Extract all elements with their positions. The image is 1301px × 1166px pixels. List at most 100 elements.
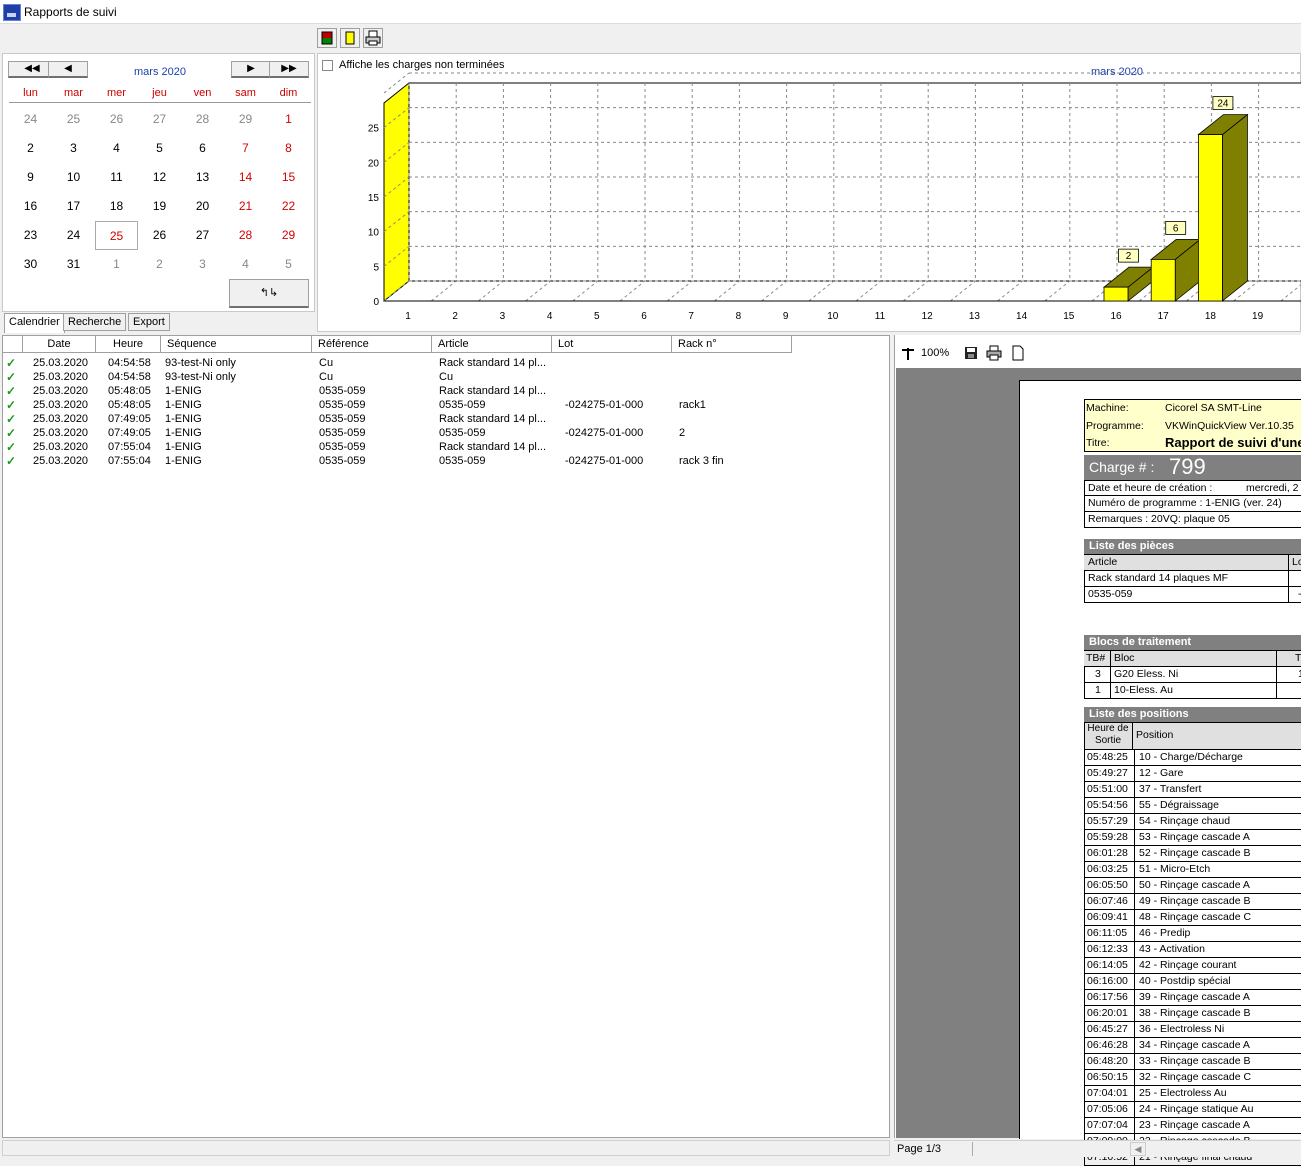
table-hscrollbar[interactable] [2,1140,890,1156]
position-name: 48 - Rinçage cascade C [1139,911,1252,923]
col-header-date[interactable]: Date [23,336,96,353]
calendar-day[interactable]: 24 [52,221,95,250]
cell-heure: 07:49:05 [108,427,151,439]
chart-floor-grid [950,280,976,302]
calendar-day[interactable]: 18 [95,192,138,221]
calendar-day[interactable]: 28 [181,105,224,134]
table-row[interactable]: ✓ 25.03.2020 04:54:58 93-test-Ni only Cu Cu [3,370,889,384]
calendar-day[interactable]: 7 [224,134,267,163]
calendar-day[interactable]: 29 [267,221,310,250]
calendar-day[interactable]: 27 [181,221,224,250]
calendar-day[interactable]: 15 [267,163,310,192]
dow-1: mar [64,87,83,99]
next-month-button[interactable]: ▶ [231,61,271,78]
table-row[interactable]: ✓ 25.03.2020 07:55:04 1-ENIG 0535-059 0535-05… [3,454,889,468]
position-time: 05:57:29 [1085,814,1135,829]
calendar-day[interactable]: 14 [224,163,267,192]
print-preview-icon[interactable] [986,345,1002,364]
calendar-day[interactable]: 17 [52,192,95,221]
col-header-heure[interactable]: Heure [96,336,161,353]
calendar-day[interactable]: 3 [181,250,224,279]
scroll-left-button[interactable]: ◀ [1130,1142,1146,1156]
calendar-day[interactable]: 19 [138,192,181,221]
calendar-day[interactable]: 5 [267,250,310,279]
calendar-day[interactable]: 4 [95,134,138,163]
calendar-day[interactable]: 16 [9,192,52,221]
calendar-day[interactable]: 8 [267,134,310,163]
calendar-day[interactable]: 20 [181,192,224,221]
position-row: 05:57:29 54 - Rinçage chaud [1085,814,1301,830]
calendar-day[interactable]: 9 [9,163,52,192]
calendar-day[interactable]: 26 [138,221,181,250]
col-header-article[interactable]: Article [432,336,552,353]
calendar-day[interactable]: 1 [267,105,310,134]
col-header-ref[interactable]: Référence [312,336,432,353]
table-row[interactable]: ✓ 25.03.2020 04:54:58 93-test-Ni only Cu Rack… [3,356,889,370]
col-header-status[interactable] [3,336,23,353]
save-icon[interactable] [963,345,979,364]
calendar-day[interactable]: 23 [9,221,52,250]
tab-calendrier[interactable]: Calendrier [4,313,65,333]
table-row[interactable]: ✓ 25.03.2020 07:49:05 1-ENIG 0535-059 0535-05… [3,426,889,440]
chart-floor-grid [1044,280,1071,302]
col-header-seq[interactable]: Séquence [161,336,312,353]
check-icon: ✓ [6,398,17,412]
calendar-day[interactable]: 31 [52,250,95,279]
x-tick-label: 17 [1158,311,1170,322]
calendar-day[interactable]: 22 [267,192,310,221]
tab-export[interactable]: Export [128,313,170,331]
next-year-button[interactable]: ▶▶ [269,61,309,78]
dow-4: ven [193,87,212,99]
position-name: 55 - Dégraissage [1139,799,1219,811]
calendar-day[interactable]: 6 [181,134,224,163]
zoom-tool-icon[interactable] [900,345,916,364]
calendar-day[interactable]: 10 [52,163,95,192]
chart-floor-grid [997,280,1023,302]
page-icon[interactable] [1011,345,1025,364]
bar-front [1198,134,1223,302]
calendar-day[interactable]: 28 [224,221,267,250]
position-time: 05:49:27 [1085,766,1135,781]
prev-month-button[interactable]: ◀ [48,61,88,78]
calendar-day[interactable]: 21 [224,192,267,221]
calendar-day[interactable]: 4 [224,250,267,279]
y-tick-label: 10 [368,228,380,239]
col-header-lot[interactable]: Lot [552,336,672,353]
col-header-rack[interactable]: Rack n° [672,336,792,353]
calendar-day[interactable]: 5 [138,134,181,163]
calendar-day[interactable]: 24 [9,105,52,134]
today-button[interactable]: ↰↳ [229,279,309,308]
calendar-day[interactable]: 3 [52,134,95,163]
calendar-day[interactable]: 27 [138,105,181,134]
table-row[interactable]: ✓ 25.03.2020 07:55:04 1-ENIG 0535-059 Rack st… [3,440,889,454]
calendar-day[interactable]: 1 [95,250,138,279]
bloc-1-name: G20 Eless. Ni [1114,668,1179,680]
calendar-day[interactable]: 13 [181,163,224,192]
zoom-level[interactable]: 100% [921,347,949,359]
print-button[interactable] [363,28,383,48]
calendar-day[interactable]: 25 [52,105,95,134]
cell-ref: Cu [319,357,334,369]
calendar-day[interactable]: 29 [224,105,267,134]
chart-floor-grid [619,280,646,302]
table-row[interactable]: ✓ 25.03.2020 05:48:05 1-ENIG 0535-059 Rack st… [3,384,889,398]
table-row[interactable]: ✓ 25.03.2020 07:49:05 1-ENIG 0535-059 Rack st… [3,412,889,426]
cell-date: 25.03.2020 [33,371,89,383]
calendar-day[interactable]: 2 [138,250,181,279]
calendar-day[interactable]: 26 [95,105,138,134]
yellow-button[interactable] [340,28,360,48]
calendar-day[interactable]: 2 [9,134,52,163]
position-row: 06:03:25 51 - Micro-Etch [1085,862,1301,878]
tab-recherche[interactable]: Recherche [63,313,127,331]
colors-button[interactable] [317,28,337,48]
calendar-day[interactable]: 12 [138,163,181,192]
bar-data-label: 24 [1217,99,1229,110]
calendar-day[interactable]: 11 [95,163,138,192]
cell-ref: 0535-059 [319,427,366,439]
calendar-day[interactable]: 25 [95,221,138,250]
y-tick-label: 5 [373,262,379,273]
app-icon [3,4,21,21]
calendar-day[interactable]: 30 [9,250,52,279]
position-row: 06:09:41 48 - Rinçage cascade C [1085,910,1301,926]
table-row[interactable]: ✓ 25.03.2020 05:48:05 1-ENIG 0535-059 0535-05… [3,398,889,412]
